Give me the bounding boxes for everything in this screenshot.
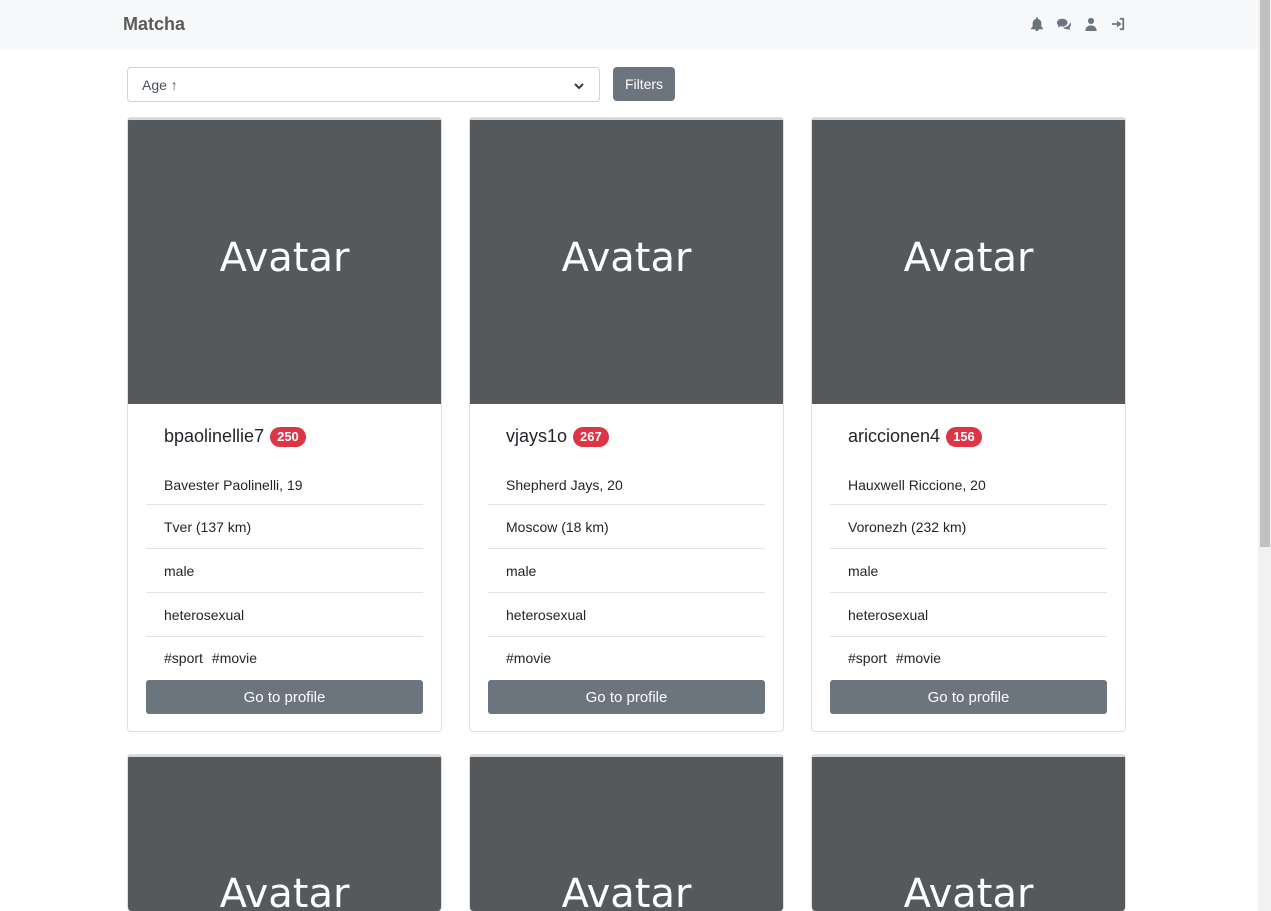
- name-row: ariccionen4 156: [848, 426, 982, 447]
- gender: male: [488, 549, 765, 593]
- info-list: Shepherd Jays, 20 Moscow (18 km) male he…: [488, 466, 765, 637]
- chevron-down-icon: [573, 79, 585, 91]
- info-list: Bavester Paolinelli, 19 Tver (137 km) ma…: [146, 466, 423, 637]
- tag-list: #movie: [506, 650, 551, 666]
- nav-icons: [1029, 16, 1125, 32]
- avatar-text: Avatar: [561, 235, 692, 281]
- username: bpaolinellie7: [164, 426, 265, 446]
- username: vjays1o: [506, 426, 568, 446]
- go-to-profile-button[interactable]: Go to profile: [488, 680, 765, 714]
- full-name-age: Hauxwell Riccione, 20: [830, 466, 1107, 505]
- rating-badge: 156: [946, 426, 982, 447]
- full-name-age: Bavester Paolinelli, 19: [146, 466, 423, 505]
- profile-card: Avatar: [127, 754, 442, 911]
- avatar-placeholder: Avatar: [812, 755, 1125, 911]
- avatar-text: Avatar: [561, 871, 692, 911]
- orientation: heterosexual: [488, 593, 765, 637]
- tag: #movie: [506, 650, 552, 666]
- avatar-placeholder: Avatar: [470, 755, 783, 911]
- brand-logo[interactable]: Matcha: [123, 14, 185, 35]
- orientation: heterosexual: [146, 593, 423, 637]
- go-to-profile-button[interactable]: Go to profile: [146, 680, 423, 714]
- username: ariccionen4: [848, 426, 941, 446]
- user-icon[interactable]: [1083, 16, 1098, 32]
- name-row: bpaolinellie7 250: [164, 426, 306, 447]
- avatar-text: Avatar: [903, 871, 1034, 911]
- location: Voronezh (232 km): [830, 505, 1107, 549]
- gender: male: [830, 549, 1107, 593]
- tag-list: #sport #movie: [848, 650, 941, 666]
- gender: male: [146, 549, 423, 593]
- filters-button[interactable]: Filters: [613, 67, 675, 101]
- avatar-text: Avatar: [903, 235, 1034, 281]
- comments-icon[interactable]: [1056, 16, 1071, 32]
- sign-in-icon[interactable]: [1110, 16, 1125, 32]
- location: Tver (137 km): [146, 505, 423, 549]
- tag: #sport: [164, 650, 203, 666]
- bell-icon[interactable]: [1029, 16, 1044, 32]
- profile-card: Avatar ariccionen4 156 Hauxwell Riccione…: [811, 117, 1126, 732]
- scrollbar-thumb[interactable]: [1260, 0, 1270, 547]
- avatar-placeholder: Avatar: [470, 118, 783, 404]
- profile-card: Avatar vjays1o 267 Shepherd Jays, 20 Mos…: [469, 117, 784, 732]
- sort-select[interactable]: Age ↑: [127, 67, 600, 102]
- avatar-text: Avatar: [219, 871, 350, 911]
- name-row: vjays1o 267: [506, 426, 609, 447]
- navbar: Matcha: [0, 0, 1258, 49]
- profile-card: Avatar: [469, 754, 784, 911]
- avatar-placeholder: Avatar: [128, 755, 441, 911]
- location: Moscow (18 km): [488, 505, 765, 549]
- sort-select-value: Age ↑: [142, 76, 178, 93]
- tag-list: #sport #movie: [164, 650, 257, 666]
- tag: #movie: [211, 650, 258, 666]
- avatar-text: Avatar: [219, 235, 350, 281]
- profile-card: Avatar: [811, 754, 1126, 911]
- orientation: heterosexual: [830, 593, 1107, 637]
- rating-badge: 267: [573, 426, 609, 447]
- tag: #movie: [895, 650, 942, 666]
- profile-card: Avatar bpaolinellie7 250 Bavester Paolin…: [127, 117, 442, 732]
- go-to-profile-button[interactable]: Go to profile: [830, 680, 1107, 714]
- full-name-age: Shepherd Jays, 20: [488, 466, 765, 505]
- avatar-placeholder: Avatar: [812, 118, 1125, 404]
- info-list: Hauxwell Riccione, 20 Voronezh (232 km) …: [830, 466, 1107, 637]
- rating-badge: 250: [270, 426, 306, 447]
- tag: #sport: [848, 650, 887, 666]
- avatar-placeholder: Avatar: [128, 118, 441, 404]
